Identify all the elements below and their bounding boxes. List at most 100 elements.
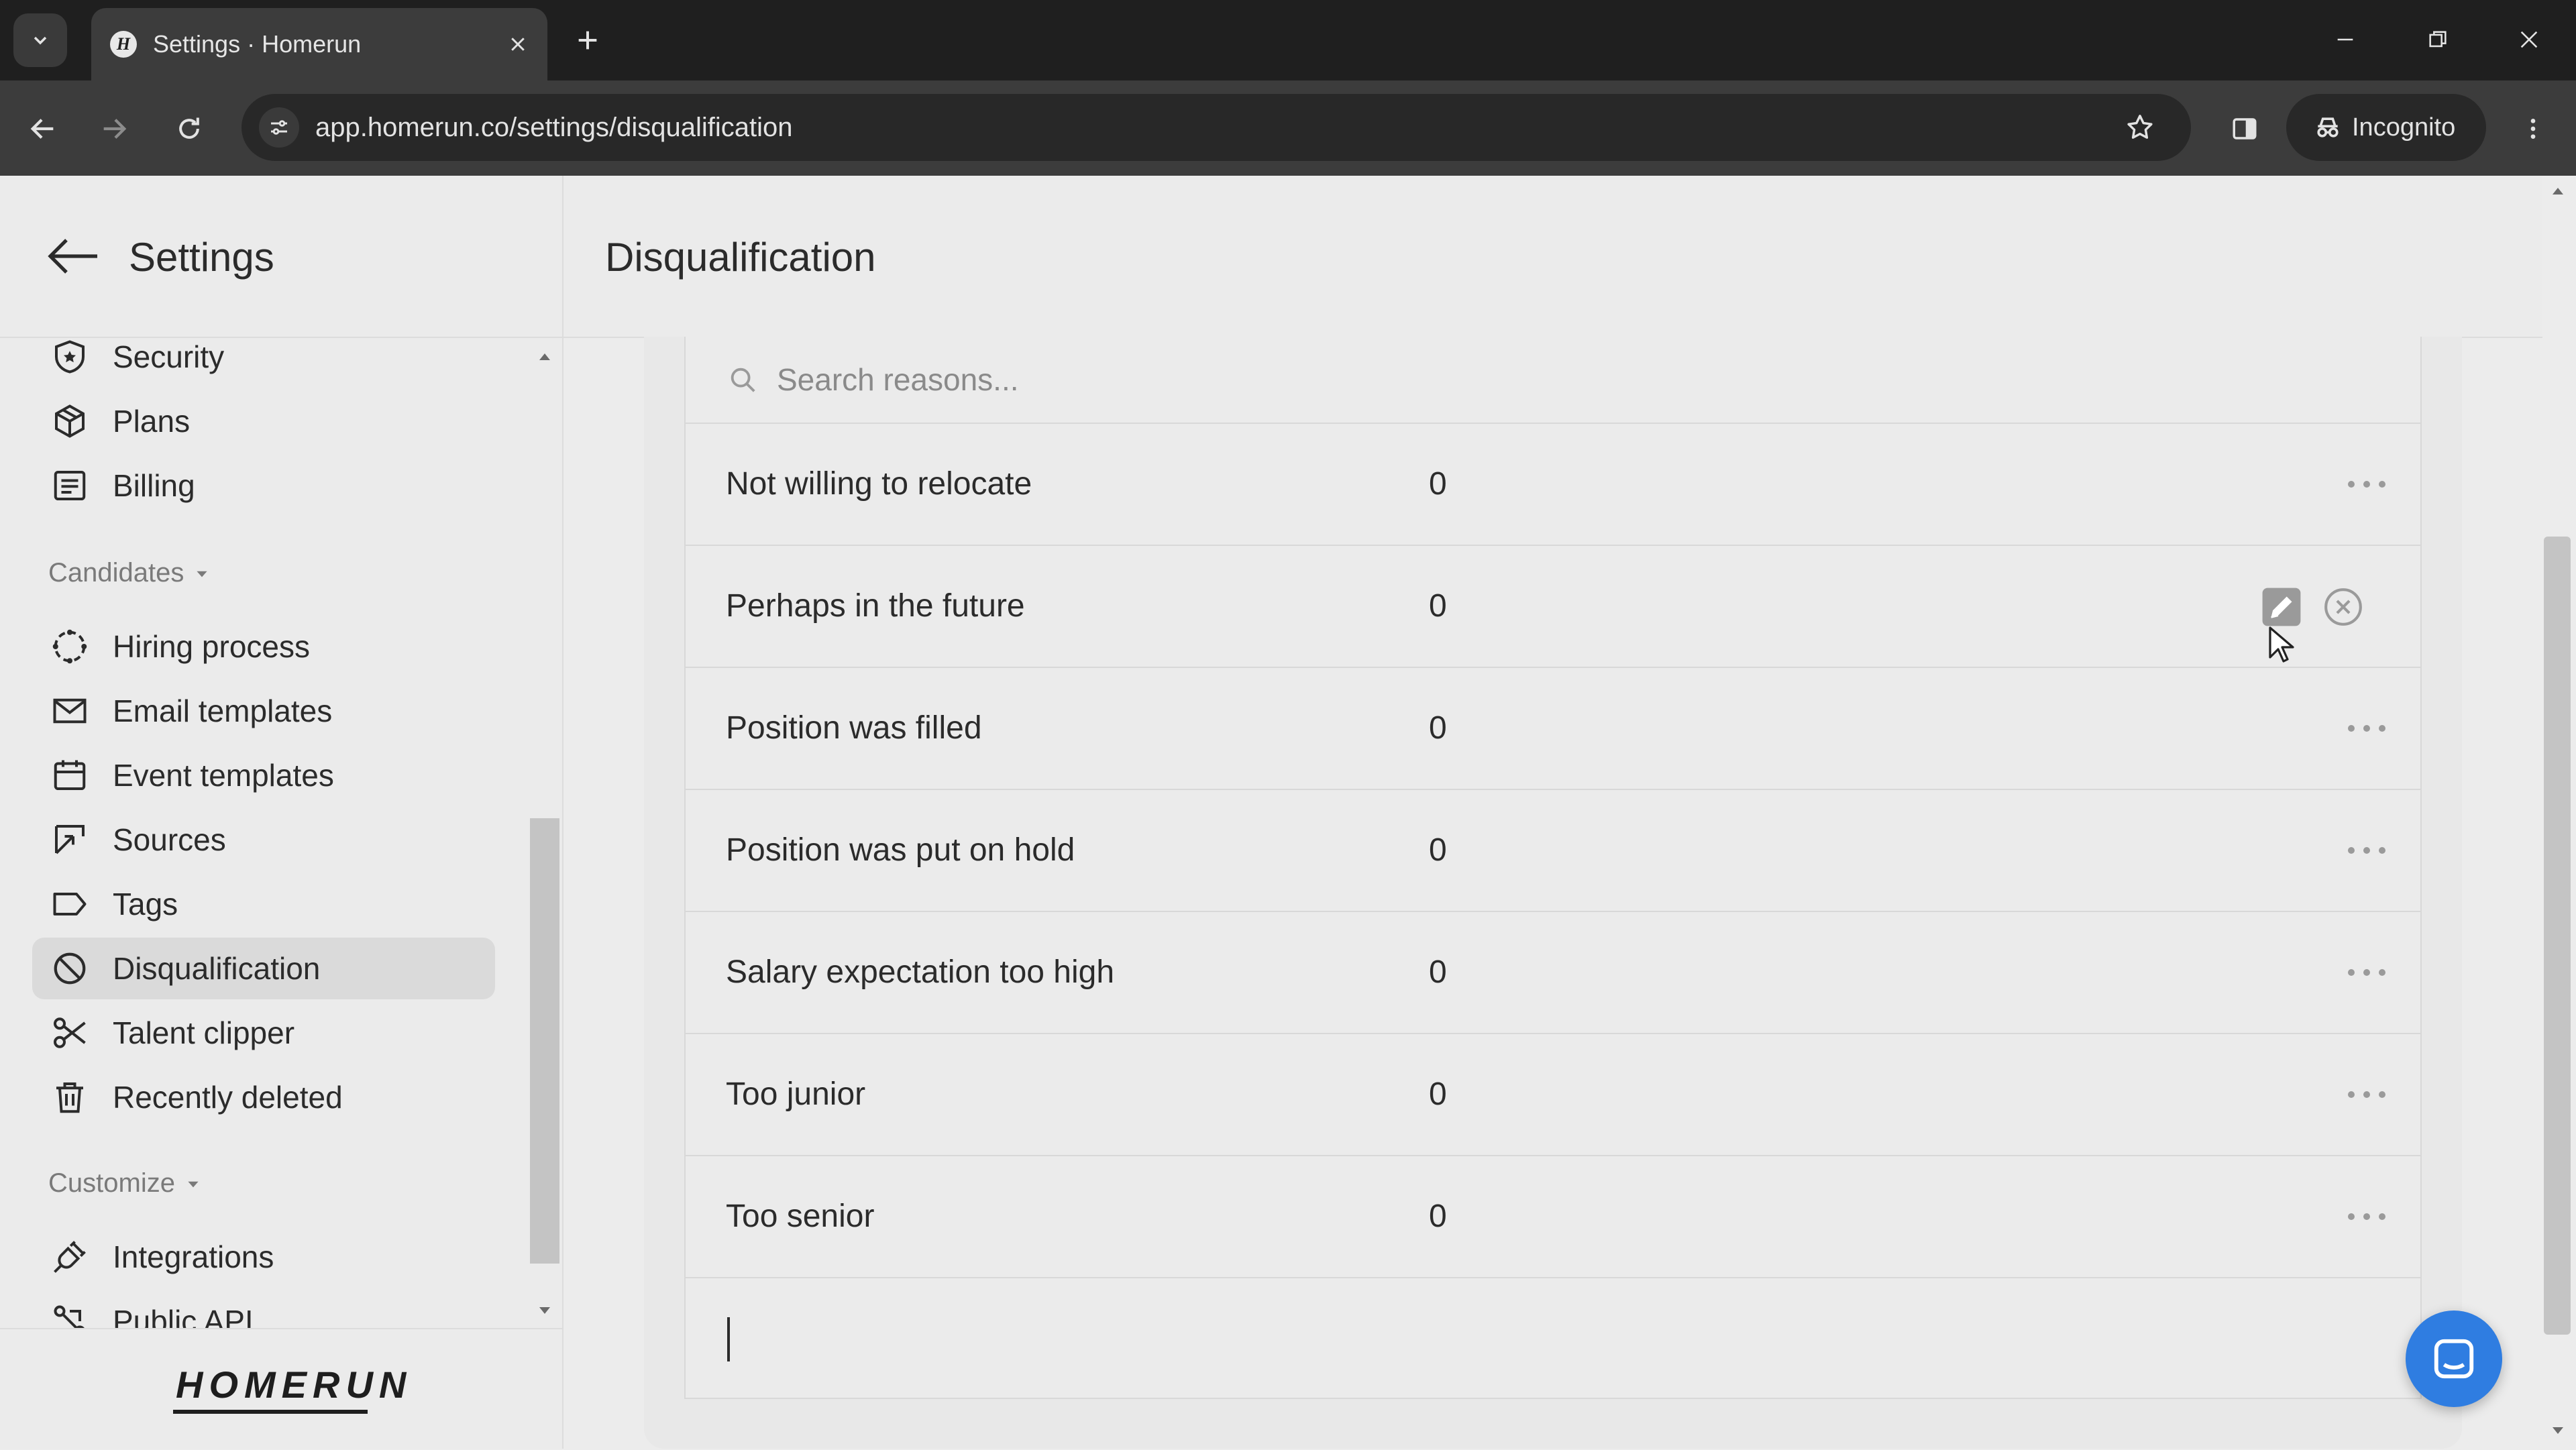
star-icon: [2127, 115, 2153, 139]
sidebar-item-public-api[interactable]: Public API: [32, 1290, 495, 1328]
sidebar-item-talent-clipper[interactable]: Talent clipper: [32, 1002, 495, 1064]
source-icon: [47, 817, 93, 862]
incognito-label: Incognito: [2352, 113, 2456, 142]
text-caret: [727, 1317, 730, 1361]
logo-underline: [173, 1410, 368, 1414]
reload-button[interactable]: [165, 105, 213, 153]
sidebar-item-recently-deleted[interactable]: Recently deleted: [32, 1066, 495, 1128]
tab-title: Settings · Homerun: [153, 30, 362, 58]
sidebar-item-security[interactable]: Security: [32, 338, 495, 388]
reason-name: Too senior: [726, 1198, 875, 1234]
sidebar-item-label: Event templates: [113, 758, 334, 793]
edit-reason-button[interactable]: [2261, 586, 2302, 628]
reason-row[interactable]: Position was put on hold 0: [684, 790, 2422, 912]
sidebar-item-hiring-process[interactable]: Hiring process: [32, 616, 495, 677]
sidebar-item-disqualification[interactable]: Disqualification: [32, 938, 495, 999]
url-text[interactable]: app.homerun.co/settings/disqualification: [315, 110, 793, 145]
sidebar-item-sources[interactable]: Sources: [32, 809, 495, 871]
ban-icon: [47, 946, 93, 991]
more-horizontal-icon: [2348, 847, 2385, 854]
sidebar-item-integrations[interactable]: Integrations: [32, 1226, 495, 1288]
plus-icon: [578, 31, 597, 50]
section-customize[interactable]: Customize: [48, 1168, 202, 1198]
browser-tab-active[interactable]: H Settings · Homerun: [91, 8, 547, 80]
mouse-cursor-icon: [2269, 626, 2294, 663]
reason-count: 0: [1429, 588, 1447, 624]
browser-menu-button[interactable]: [2509, 105, 2557, 153]
row-more-button[interactable]: [2340, 830, 2394, 871]
sidebar-item-label: Talent clipper: [113, 1015, 295, 1050]
reason-name: Position was put on hold: [726, 832, 1075, 868]
window-close-button[interactable]: [2502, 16, 2556, 63]
restore-button[interactable]: [2411, 16, 2465, 63]
reason-name: Salary expectation too high: [726, 954, 1115, 990]
reason-row[interactable]: Too senior 0: [684, 1156, 2422, 1278]
sidebar-item-label: Email templates: [113, 693, 333, 728]
delete-reason-button[interactable]: [2322, 586, 2364, 628]
sidebar-scroll-up[interactable]: [534, 346, 555, 368]
site-info-button[interactable]: [259, 107, 299, 148]
reason-row[interactable]: Too junior 0: [684, 1034, 2422, 1156]
section-candidates[interactable]: Candidates: [48, 558, 211, 588]
reason-name: Perhaps in the future: [726, 588, 1025, 624]
bookmark-button[interactable]: [2121, 109, 2159, 146]
forward-nav-button[interactable]: [90, 105, 138, 153]
close-icon: [2520, 31, 2538, 48]
minimize-icon: [2337, 38, 2353, 41]
row-more-button[interactable]: [2340, 464, 2394, 504]
package-icon: [47, 398, 93, 444]
sidebar-scroll-down[interactable]: [534, 1300, 555, 1321]
scissors-icon: [47, 1010, 93, 1056]
row-more-button[interactable]: [2340, 952, 2394, 993]
new-reason-row: [684, 1278, 2422, 1399]
side-panel-button[interactable]: [2220, 105, 2269, 153]
arrow-right-icon: [103, 119, 127, 139]
sidebar-item-label: Tags: [113, 887, 178, 922]
chat-support-button[interactable]: [2406, 1310, 2502, 1407]
minimize-button[interactable]: [2318, 16, 2372, 63]
new-reason-input[interactable]: [726, 1315, 2339, 1363]
tune-icon: [271, 120, 287, 135]
search-input[interactable]: [775, 361, 2321, 398]
incognito-indicator[interactable]: Incognito: [2286, 94, 2486, 161]
row-more-button[interactable]: [2340, 1074, 2394, 1115]
sidebar-nav[interactable]: Security Plans Billing Candidates Hiring…: [0, 338, 562, 1328]
reason-row[interactable]: Salary expectation too high 0: [684, 912, 2422, 1034]
tab-close-button[interactable]: [502, 28, 534, 60]
reload-icon: [179, 117, 199, 139]
new-tab-button[interactable]: [568, 20, 608, 60]
sidebar-item-label: Disqualification: [113, 951, 321, 986]
sidebar-item-email-templates[interactable]: Email templates: [32, 680, 495, 742]
address-bar[interactable]: app.homerun.co/settings/disqualification: [241, 94, 2191, 161]
tab-search-button[interactable]: [13, 13, 67, 67]
main-scroll-down[interactable]: [2548, 1420, 2568, 1441]
sidebar-item-label: Sources: [113, 822, 226, 857]
back-nav-button[interactable]: [19, 105, 67, 153]
chevron-down-icon: [34, 36, 47, 45]
sidebar-item-label: Security: [113, 339, 225, 374]
reason-row[interactable]: Position was filled 0: [684, 668, 2422, 790]
sidebar-item-label: Billing: [113, 468, 195, 503]
sidebar-item-tags[interactable]: Tags: [32, 873, 495, 935]
sidebar-item-event-templates[interactable]: Event templates: [32, 744, 495, 806]
caret-down-icon: [188, 1181, 199, 1187]
sidebar-footer: HOMERUN: [0, 1328, 562, 1450]
page-title: Disqualification: [605, 235, 876, 280]
settings-back-button[interactable]: [43, 229, 103, 283]
row-more-button[interactable]: [2340, 708, 2394, 748]
more-horizontal-icon: [2348, 725, 2385, 732]
sidebar-item-plans[interactable]: Plans: [32, 390, 495, 452]
triangle-up-icon: [539, 353, 550, 360]
sidebar-item-billing[interactable]: Billing: [32, 455, 495, 516]
reason-row[interactable]: Not willing to relocate 0: [684, 424, 2422, 546]
arrow-left-icon: [48, 239, 97, 274]
main-scroll-up[interactable]: [2548, 181, 2568, 201]
main-scrollbar-thumb[interactable]: [2544, 537, 2571, 1335]
homerun-logo: HOMERUN: [176, 1363, 413, 1406]
search-icon: [726, 363, 759, 396]
close-circle-icon: [2324, 588, 2362, 626]
row-more-button[interactable]: [2340, 1196, 2394, 1237]
settings-sidebar: Settings Security Plans Billing Candidat…: [0, 176, 564, 1449]
reason-row[interactable]: Perhaps in the future 0: [684, 546, 2422, 668]
sidebar-scrollbar-thumb[interactable]: [530, 818, 559, 1264]
